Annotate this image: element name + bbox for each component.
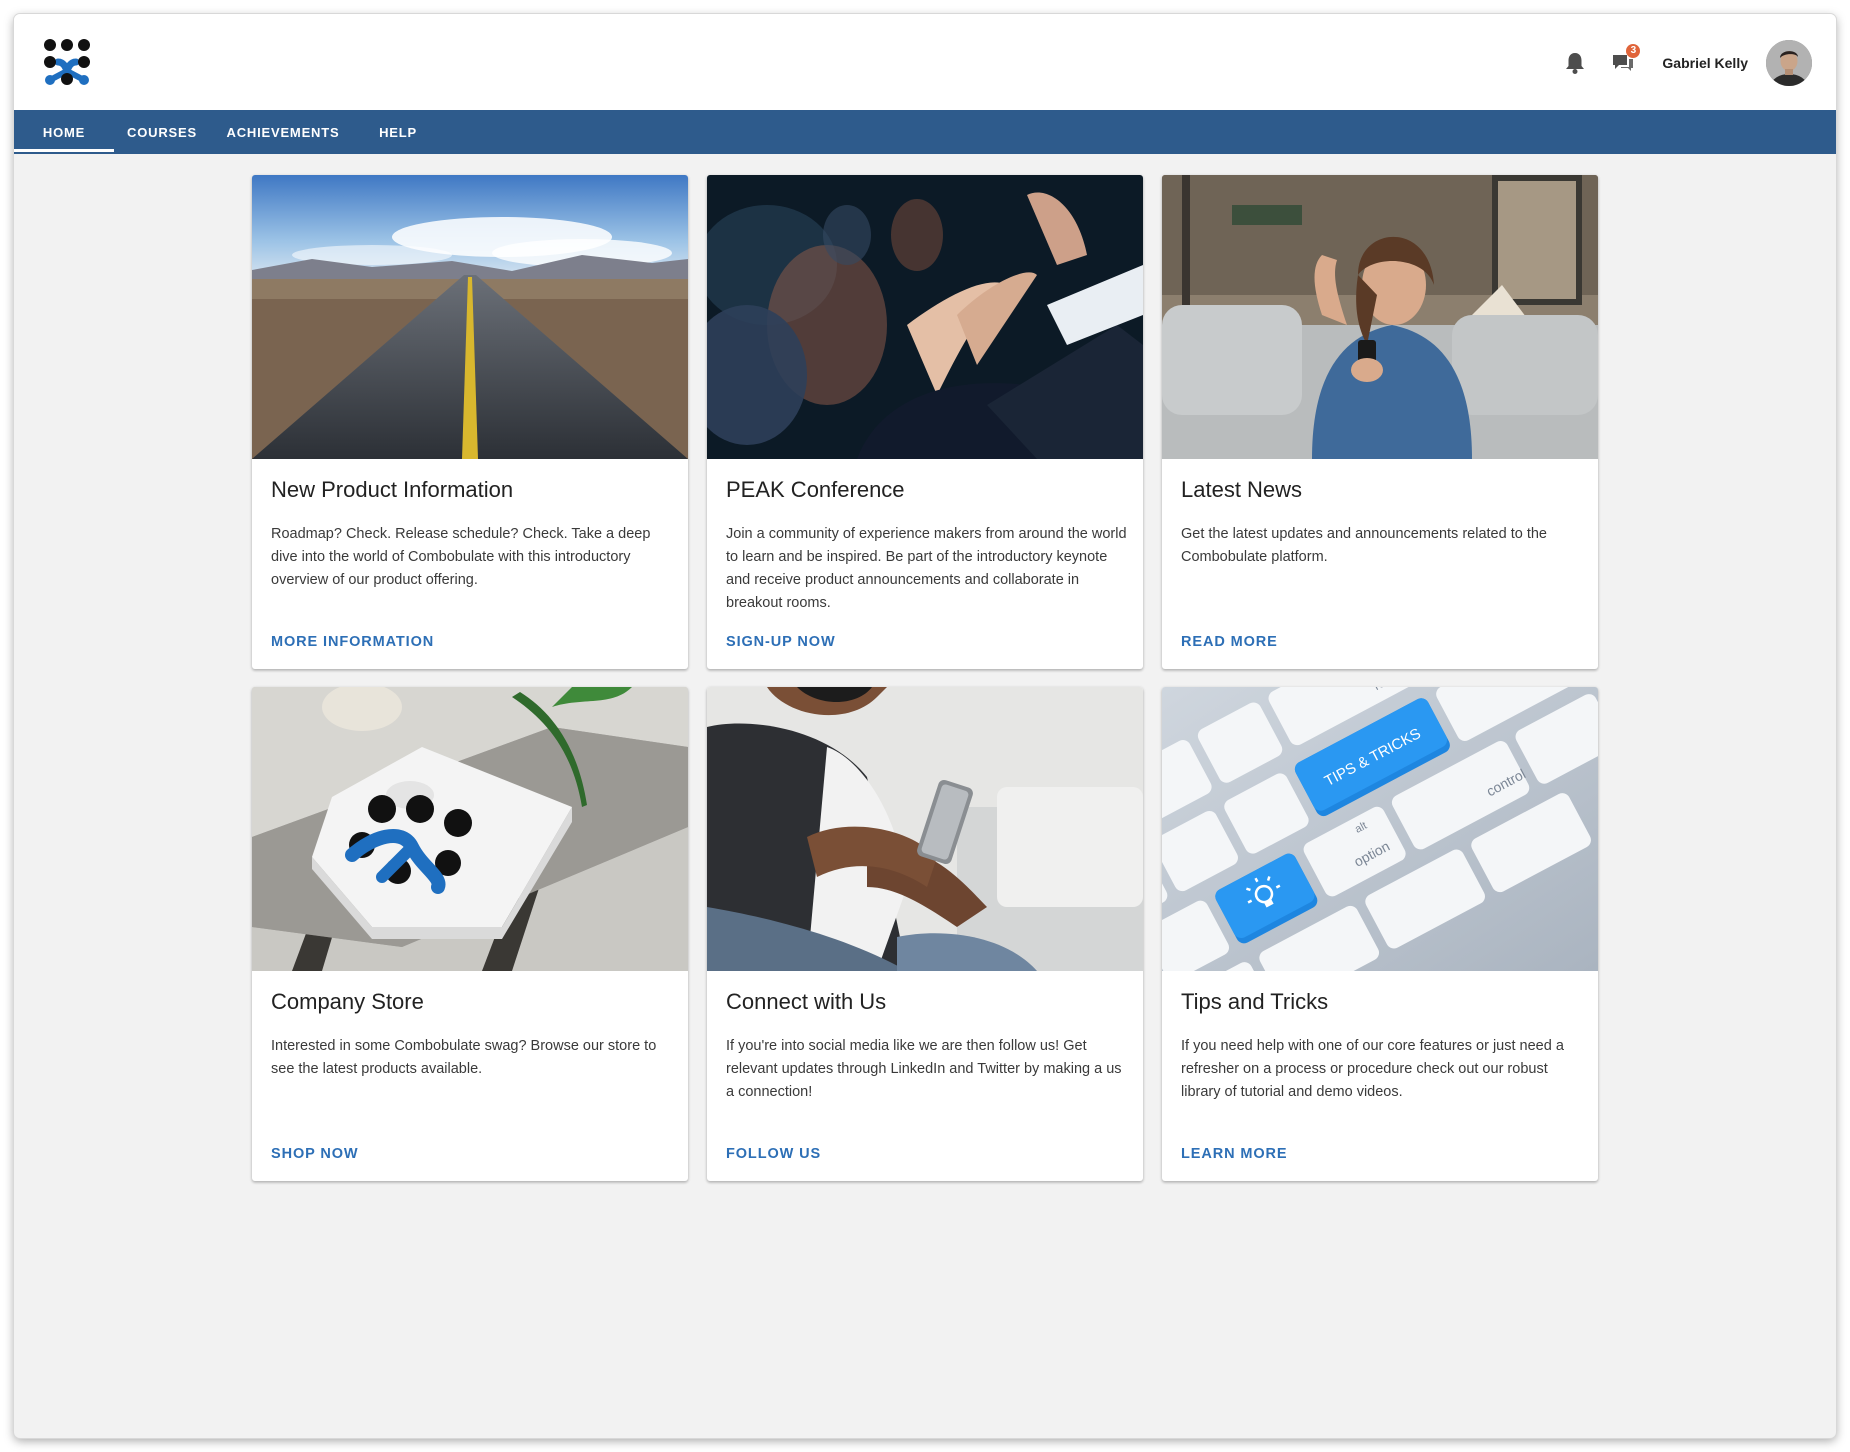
audience-clapping-photo[interactable] — [707, 175, 1143, 459]
learn-more-link[interactable]: LEARN MORE — [1181, 1146, 1287, 1162]
messages-badge: 3 — [1626, 44, 1641, 58]
card-connect-with-us: Connect with Us If you're into social me… — [707, 687, 1143, 1181]
card-title: New Product Information — [271, 477, 514, 502]
card-title: Connect with Us — [726, 989, 887, 1014]
tab-help[interactable]: HELP — [356, 110, 440, 154]
open-road-photo[interactable] — [252, 175, 688, 459]
card-description: Roadmap? Check. Release schedule? Check.… — [271, 526, 651, 588]
card-title: Company Store — [271, 989, 424, 1014]
tab-courses[interactable]: COURSES — [114, 110, 210, 154]
combobulate-logo-icon[interactable] — [42, 38, 92, 88]
user-avatar[interactable] — [1766, 40, 1812, 86]
read-more-link[interactable]: READ MORE — [1181, 634, 1278, 650]
card-peak-conference: PEAK Conference Join a community of expe… — [707, 175, 1143, 669]
more-information-link[interactable]: MORE INFORMATION — [271, 634, 434, 650]
card-title: Latest News — [1181, 477, 1303, 502]
card-title: Tips and Tricks — [1181, 989, 1329, 1014]
card-description: Interested in some Combobulate swag? Bro… — [271, 1038, 657, 1077]
card-new-product-information: New Product Information Roadmap? Check. … — [252, 175, 688, 669]
app-window: 3 Gabriel Kelly HOME COURSES ACHIEVEMENT… — [14, 14, 1836, 1438]
main-nav: HOME COURSES ACHIEVEMENTS HELP — [14, 110, 1836, 154]
card-description: Join a community of experience makers fr… — [726, 526, 1127, 611]
card-title: PEAK Conference — [726, 477, 905, 502]
top-header: 3 Gabriel Kelly — [14, 14, 1836, 110]
card-company-store: Company Store Interested in some Combobu… — [252, 687, 688, 1181]
header-actions: 3 Gabriel Kelly — [1560, 40, 1812, 86]
tab-achievements[interactable]: ACHIEVEMENTS — [210, 110, 356, 154]
follow-us-link[interactable]: FOLLOW US — [726, 1146, 821, 1162]
card-description: If you need help with one of our core fe… — [1181, 1038, 1564, 1100]
card-description: Get the latest updates and announcements… — [1181, 526, 1547, 565]
woman-with-phone-photo[interactable] — [1162, 175, 1598, 459]
tab-home[interactable]: HOME — [14, 110, 114, 154]
bell-icon[interactable] — [1560, 48, 1590, 78]
logo-tshirt-photo[interactable] — [252, 687, 688, 971]
card-description: If you're into social media like we are … — [726, 1038, 1122, 1100]
card-tips-and-tricks: TIPS & TRICKS return control option alt … — [1162, 687, 1598, 1181]
shop-now-link[interactable]: SHOP NOW — [271, 1146, 359, 1162]
man-with-smartphone-photo[interactable] — [707, 687, 1143, 971]
user-name[interactable]: Gabriel Kelly — [1662, 55, 1748, 71]
card-latest-news: Latest News Get the latest updates and a… — [1162, 175, 1598, 669]
sign-up-now-link[interactable]: SIGN-UP NOW — [726, 634, 836, 650]
chat-icon[interactable]: 3 — [1608, 44, 1641, 78]
keyboard-tips-key-photo[interactable]: TIPS & TRICKS return control option alt — [1162, 687, 1598, 971]
